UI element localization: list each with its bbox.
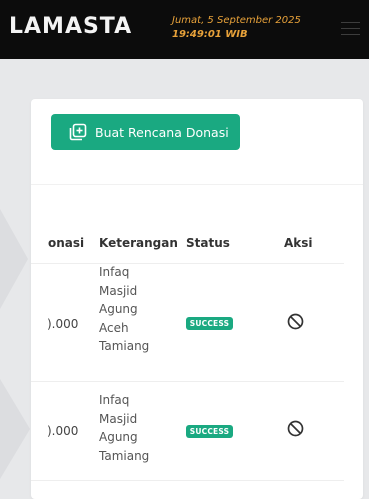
column-header-donasi: onasi	[48, 236, 85, 250]
donation-description-lines: Infaq Masjid Agung Aceh Tamiang	[99, 265, 150, 353]
cancel-icon[interactable]	[287, 420, 304, 437]
table-header-divider	[31, 263, 344, 264]
create-donation-plan-label: Buat Rencana Donasi	[95, 124, 229, 140]
card-divider	[31, 184, 363, 185]
column-header-aksi: Aksi	[284, 236, 313, 250]
status-badge: SUCCESS	[186, 317, 233, 330]
donation-amount: ).000	[47, 424, 79, 438]
donation-amount: ).000	[47, 317, 79, 331]
donation-description-lines: Infaq Masjid Agung Tamiang	[99, 393, 150, 463]
top-bar: LAMASTA Jumat, 5 September 2025 19:49:01…	[0, 0, 369, 59]
donation-card: Buat Rencana Donasi onasi Keterangan Sta…	[31, 99, 363, 499]
datetime-display: Jumat, 5 September 2025 19:49:01 WIB	[172, 14, 301, 42]
time-text: 19:49:01 WIB	[172, 29, 248, 40]
column-header-status: Status	[186, 236, 230, 250]
cancel-icon[interactable]	[287, 313, 304, 330]
status-badge: SUCCESS	[186, 425, 233, 438]
add-square-icon	[69, 123, 87, 141]
create-donation-plan-button[interactable]: Buat Rencana Donasi	[51, 114, 240, 150]
column-header-keterangan: Keterangan	[99, 236, 178, 250]
app-logo[interactable]: LAMASTA	[9, 16, 132, 38]
date-text: Jumat, 5 September 2025	[172, 15, 301, 26]
hamburger-menu-icon[interactable]	[341, 22, 360, 36]
table-row-divider	[31, 480, 344, 481]
table-row-divider	[31, 381, 344, 382]
